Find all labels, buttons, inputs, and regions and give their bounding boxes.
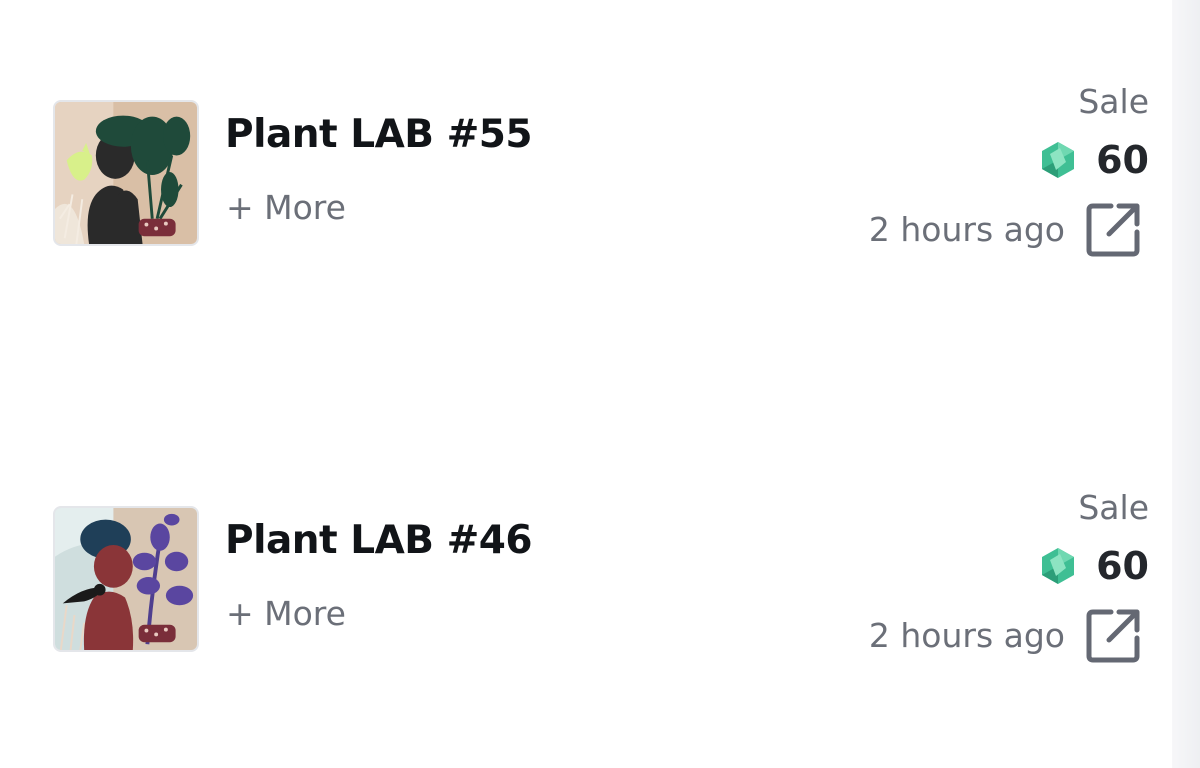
plant-artwork-image [55,102,197,244]
token-icon [1042,142,1075,178]
time-row: 2 hours ago [869,200,1143,258]
nft-thumbnail[interactable] [53,100,199,246]
nft-title[interactable]: Plant LAB #55 [225,112,533,157]
more-link[interactable]: + More [226,188,346,227]
activity-list: Plant LAB #55 + More Sale 60 2 hours ago [0,0,1172,768]
price-value: 60 [1096,544,1149,588]
time-ago-text: 2 hours ago [868,615,1065,655]
external-link-icon[interactable] [1085,606,1143,664]
external-link-icon[interactable] [1085,200,1143,258]
plant-artwork-image [55,508,197,650]
event-type-label: Sale [1078,82,1149,121]
nft-thumbnail[interactable] [53,506,199,652]
event-type-label: Sale [1078,488,1149,527]
activity-item: Plant LAB #46 + More Sale 60 2 hours ago [0,486,1172,663]
nft-title[interactable]: Plant LAB #46 [225,518,533,563]
token-icon [1042,548,1075,584]
price-row: 60 [1038,138,1149,182]
time-ago-text: 2 hours ago [868,209,1065,249]
scrollbar-track[interactable] [1172,0,1200,768]
price-value: 60 [1096,138,1149,182]
activity-item: Plant LAB #55 + More Sale 60 2 hours ago [0,80,1172,257]
more-link[interactable]: + More [226,594,346,633]
time-row: 2 hours ago [869,606,1143,664]
price-row: 60 [1038,544,1149,588]
